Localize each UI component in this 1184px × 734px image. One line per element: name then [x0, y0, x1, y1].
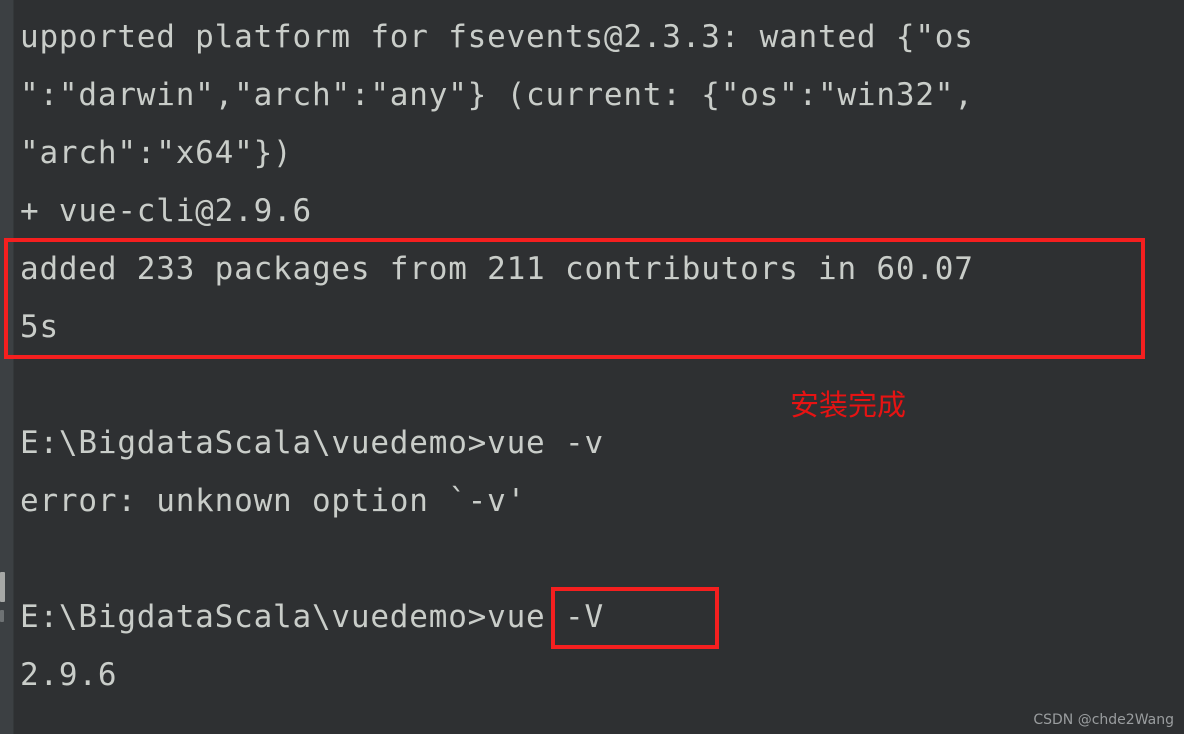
console-line: upported platform for fsevents@2.3.3: wa…: [20, 19, 974, 55]
console-line-added-packages: added 233 packages from 211 contributors…: [20, 251, 974, 287]
console-line: ":"darwin","arch":"any"} (current: {"os"…: [20, 77, 974, 113]
install-complete-annotation: 安装完成: [790, 388, 907, 422]
console-line-prompt-vue-v: E:\BigdataScala\vuedemo>vue -v: [20, 425, 604, 461]
console-line-error: error: unknown option `-v': [20, 483, 527, 519]
console-line: + vue-cli@2.9.6: [20, 193, 312, 229]
csdn-watermark: CSDN @chde2Wang: [1033, 712, 1174, 728]
scrollbar-thumb[interactable]: [0, 572, 5, 602]
console-line-prompt-vue-V: E:\BigdataScala\vuedemo>vue -V: [20, 599, 604, 635]
vertical-scrollbar[interactable]: [0, 0, 14, 734]
command-prompt-window: upported platform for fsevents@2.3.3: wa…: [0, 0, 1184, 734]
scrollbar-thumb-secondary[interactable]: [0, 610, 4, 622]
console-output[interactable]: upported platform for fsevents@2.3.3: wa…: [15, 0, 1184, 734]
console-line-added-packages-wrap: 5s: [20, 309, 59, 345]
console-line-version-output: 2.9.6: [20, 657, 118, 693]
console-line: "arch":"x64"}): [20, 135, 293, 171]
